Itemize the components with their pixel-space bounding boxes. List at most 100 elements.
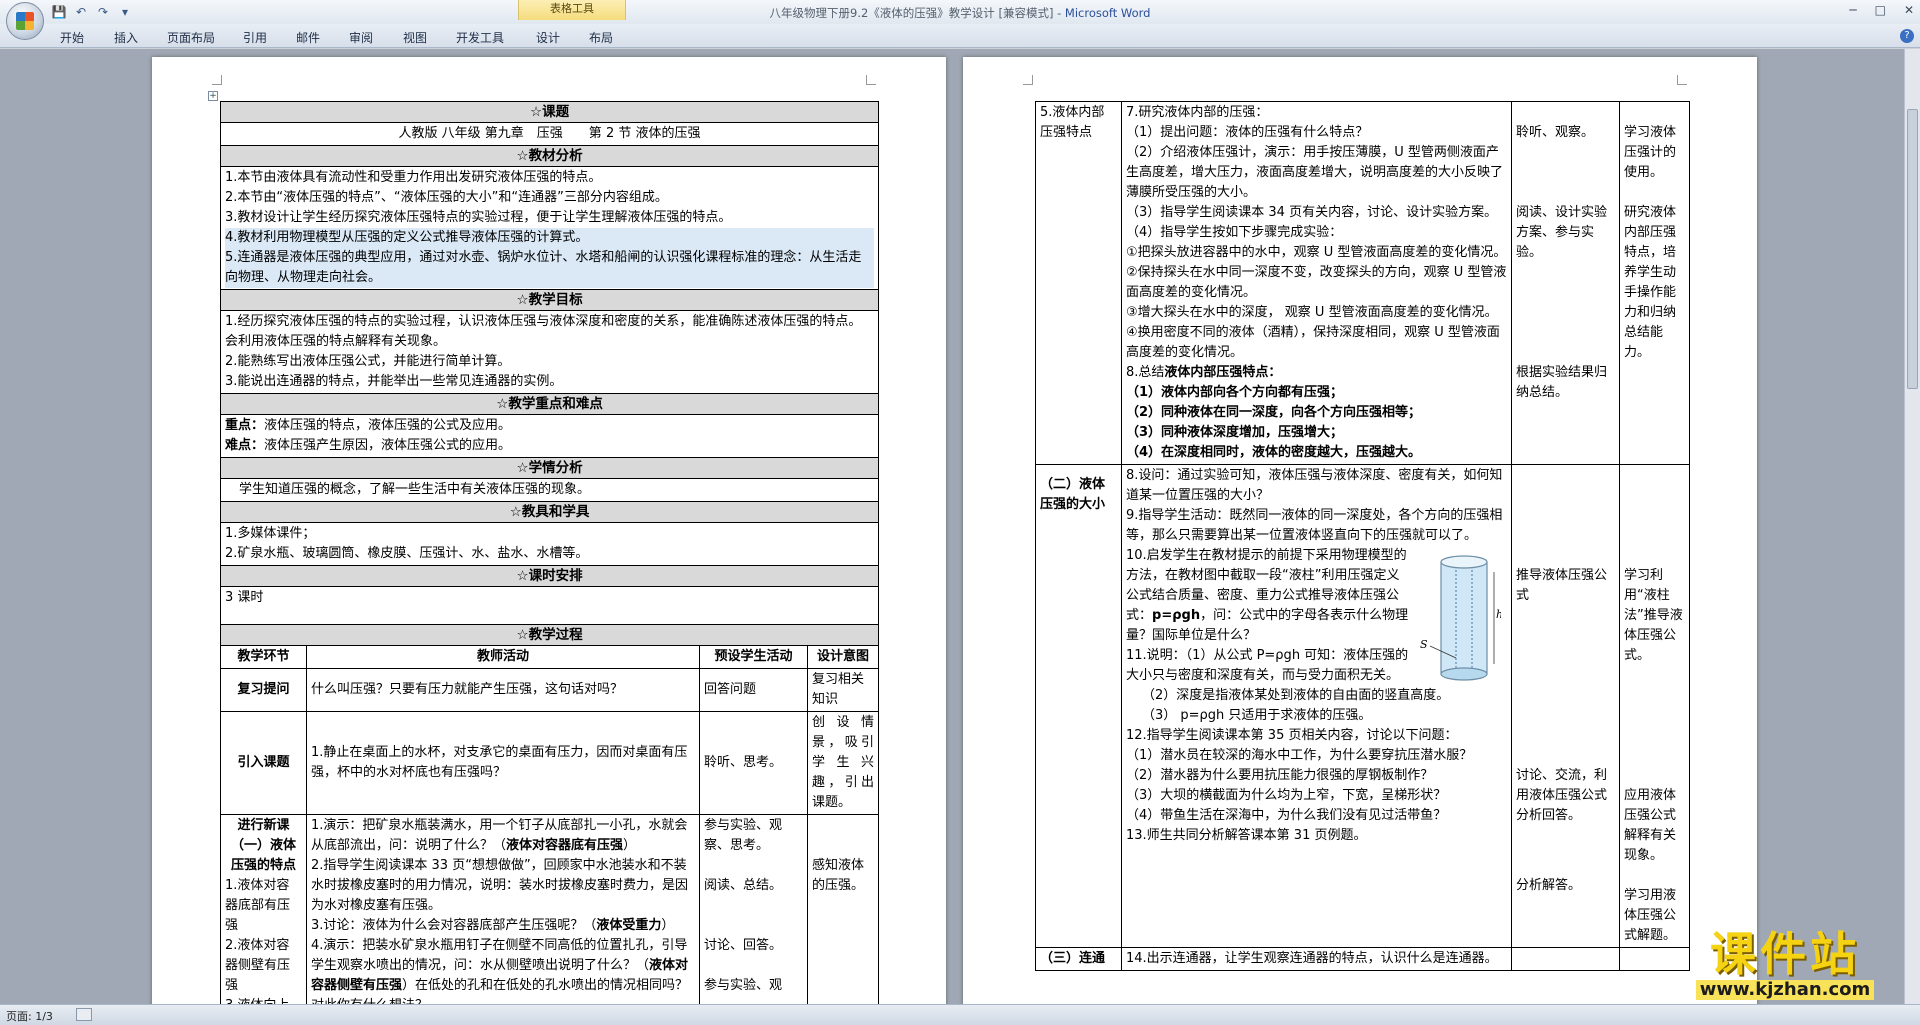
paragraph: （4）带鱼生活在深海中，为什么我们没有见过活带鱼？	[1126, 808, 1447, 823]
page-1: + ☆课题 人教版 八年级 第九章 压强 第 2 节 液体的压强 ☆教材分析 1…	[152, 57, 946, 1004]
vertical-scrollbar[interactable]	[1904, 49, 1920, 1004]
analysis-cell[interactable]: 1.本节由液体具有流动性和受重力作用出发研究液体压强的特点。 2.本节由“液体压…	[219, 166, 880, 290]
tab-references[interactable]: 引用	[243, 29, 267, 46]
goal-item: 2.能熟练写出液体压强公式，并能进行简单计算。	[225, 354, 511, 369]
office-button[interactable]	[6, 2, 44, 40]
document-workspace: + ☆课题 人教版 八年级 第九章 压强 第 2 节 液体的压强 ☆教材分析 1…	[0, 49, 1904, 1004]
paragraph: 感知液体的压强。	[812, 858, 865, 893]
analysis-item: 4.教材利用物理模型从压强的定义公式推导液体压强的计算式。	[225, 228, 875, 248]
paragraph: 参与实验、观察、思考。	[704, 818, 783, 853]
teacher-cell[interactable]: 1.演示：把矿泉水瓶装满水，用一个钉子从底部扎一小孔，水就会从底部流出，问：说明…	[306, 814, 700, 1004]
purpose-cell[interactable]: 创设情景，吸引学生兴趣，引出课题。	[806, 711, 880, 815]
proofing-icon[interactable]	[76, 1008, 92, 1021]
column-header: 预设学生活动	[699, 645, 808, 669]
table-move-handle-icon[interactable]: +	[208, 91, 218, 101]
purpose-cell[interactable]: 复习相关知识	[806, 668, 880, 712]
app-name: Microsoft Word	[1064, 6, 1151, 20]
section-header: ☆教学目标	[219, 289, 880, 311]
text-run: ）	[623, 838, 637, 853]
tab-developer[interactable]: 开发工具	[456, 29, 504, 46]
paragraph: （4）指导学生按如下步骤完成实验：	[1126, 225, 1343, 240]
text-run-bold: 液体对容器底有压强	[506, 838, 624, 853]
key-text: 液体压强的特点，液体压强的公式及应用。	[264, 418, 512, 433]
paragraph: 分析解答。	[1516, 878, 1582, 893]
margin-mark	[212, 75, 222, 85]
window-controls: ─ □ ✕	[1849, 3, 1914, 17]
student-cell[interactable]: 参与实验、观察、思考。 阅读、总结。 讨论、回答。 参与实验、观	[699, 814, 808, 1004]
text-run-bold: 液体受重力	[596, 918, 662, 933]
teacher-cell[interactable]: 14.出示连通器，让学生观察连通器的特点，认识什么是连通器。	[1121, 947, 1512, 971]
paragraph: 根据实验结果归纳总结。	[1516, 365, 1608, 400]
tools-cell[interactable]: 1.多媒体课件； 2.矿泉水瓶、玻璃圆筒、橡皮膜、压强计、水、盐水、水槽等。	[219, 522, 880, 566]
student-cell[interactable]: 聆听、观察。 阅读、设计实验方案、参与实验。 根据实验结果归纳总结。	[1511, 101, 1620, 465]
margin-mark	[866, 75, 876, 85]
cylinder-bottom	[1440, 667, 1488, 681]
page-indicator[interactable]: 页面: 1/3	[6, 1008, 53, 1024]
margin-mark	[1677, 75, 1687, 85]
paragraph: 2.指导学生阅读课本 33 页“想想做做”，回顾家中水池装水和不装水时拔橡皮塞时…	[311, 858, 689, 913]
tab-mailings[interactable]: 邮件	[296, 29, 320, 46]
tab-review[interactable]: 审阅	[349, 29, 373, 46]
teacher-cell[interactable]: 什么叫压强？只要有压力就能产生压强，这句话对吗？	[306, 668, 700, 712]
liquid-column-figure: h S	[1420, 555, 1501, 681]
teacher-cell[interactable]: 7.研究液体内部的压强： （1）提出问题：液体的压强有什么特点？ （2）介绍液体…	[1121, 101, 1512, 465]
purpose-cell[interactable]: 学习液体压强计的使用。 研究液体内部压强特点，培养学生动手操作能力和归纳总结能力…	[1619, 101, 1690, 465]
goal-item: 1.经历探究液体压强的特点的实验过程，认识液体压强与液体深度和密度的关系，能准确…	[225, 314, 862, 349]
teacher-cell[interactable]: 1.静止在桌面上的水杯，对支承它的桌面有压力，因而对桌面有压强，杯中的水对杯底也…	[306, 711, 700, 815]
minimize-icon[interactable]: ─	[1849, 3, 1856, 17]
stage-cell[interactable]: （二）液体压强的大小	[1035, 464, 1122, 948]
purpose-cell[interactable]: 感知液体的压强。	[806, 814, 880, 1004]
text-run-bold: 液体内部压强特点：	[1164, 365, 1282, 380]
tab-table-design[interactable]: 设计	[536, 29, 560, 46]
stage-item: 3.液体向上	[225, 996, 302, 1004]
tab-view[interactable]: 视图	[403, 29, 427, 46]
section-header: ☆教学过程	[219, 624, 880, 646]
stage-item: 2.液体对容器侧壁有压强	[225, 938, 291, 993]
column-header: 设计意图	[806, 645, 880, 669]
student-cell[interactable]: 推导液体压强公式 讨论、交流，利用液体压强公式分析回答。 分析解答。	[1511, 464, 1620, 948]
tab-page-layout[interactable]: 页面布局	[167, 29, 215, 46]
paragraph: 阅读、设计实验方案、参与实验。	[1516, 205, 1608, 260]
time-cell[interactable]: 3 课时	[219, 586, 880, 625]
paragraph: ③增大探头在水中的深度， 观察 U 型管液面高度差的变化情况。	[1126, 305, 1498, 320]
text-run: 4.演示：把装水矿泉水瓶用钉子在侧壁不同高低的位置扎孔，引导学生观察水喷出的情况…	[311, 938, 688, 973]
tab-home[interactable]: 开始	[60, 29, 84, 46]
analysis-item: 1.本节由液体具有流动性和受重力作用出发研究液体压强的特点。	[225, 170, 602, 185]
student-cell[interactable]: 回答问题	[699, 668, 808, 712]
scrollbar-thumb[interactable]	[1907, 109, 1918, 389]
paragraph: 学习利用“液柱法”推导液体压强公式。	[1624, 568, 1683, 663]
stage-cell[interactable]: 进行新课 （一）液体压强的特点 1.液体对容器底部有压强 2.液体对容器侧壁有压…	[220, 814, 307, 1004]
close-icon[interactable]: ✕	[1904, 3, 1914, 17]
help-icon[interactable]: ?	[1900, 29, 1914, 43]
student-cell[interactable]	[1511, 947, 1620, 971]
tool-item: 2.矿泉水瓶、玻璃圆筒、橡皮膜、压强计、水、盐水、水槽等。	[225, 546, 589, 561]
stage-cell[interactable]: （三）连通	[1035, 947, 1122, 971]
student-cell[interactable]: 聆听、思考。	[699, 711, 808, 815]
purpose-cell[interactable]: 学习利用“液柱法”推导液体压强公式。 应用液体压强公式解释有关现象。 学习用液体…	[1619, 464, 1690, 948]
difficulty-text: 液体压强产生原因，液体压强公式的应用。	[264, 438, 512, 453]
key-points-cell[interactable]: 重点：液体压强的特点，液体压强的公式及应用。 难点：液体压强产生原因，液体压强公…	[219, 414, 880, 458]
paragraph: （3） p=ρgh 只适用于求液体的压强。	[1142, 708, 1372, 723]
tab-insert[interactable]: 插入	[114, 29, 138, 46]
student-analysis[interactable]: 学生知道压强的概念，了解一些生活中有关液体压强的现象。	[219, 478, 880, 502]
height-label: h	[1496, 608, 1501, 621]
paragraph: 推导液体压强公式	[1516, 568, 1608, 603]
maximize-icon[interactable]: □	[1875, 3, 1886, 17]
paragraph: （1）提出问题：液体的压强有什么特点？	[1126, 125, 1369, 140]
analysis-item: 3.教材设计让学生经历探究液体压强特点的实验过程，便于让学生理解液体压强的特点。	[225, 210, 732, 225]
lesson-topic[interactable]: 人教版 八年级 第九章 压强 第 2 节 液体的压强	[219, 122, 880, 146]
watermark-text: 课件站	[1710, 927, 1860, 981]
stage-cell[interactable]: 复习提问	[220, 668, 307, 712]
page-2: 5.液体内部压强特点 7.研究液体内部的压强： （1）提出问题：液体的压强有什么…	[963, 57, 1757, 1004]
tab-table-layout[interactable]: 布局	[589, 29, 613, 46]
key-label: 重点：	[225, 418, 265, 433]
section-header: ☆教具和学具	[219, 501, 880, 523]
stage-cell[interactable]: 5.液体内部压强特点	[1035, 101, 1122, 465]
stage-cell[interactable]: 引入课题	[220, 711, 307, 815]
paragraph: （3）同种液体深度增加，压强增大；	[1126, 425, 1344, 440]
section-header: ☆教学重点和难点	[219, 393, 880, 415]
teacher-cell[interactable]: 8.设问：通过实验可知，液体压强与液体深度、密度有关，如何知道某一位置压强的大小…	[1121, 464, 1512, 948]
goal-item: 3.能说出连通器的特点，并能举出一些常见连通器的实例。	[225, 374, 563, 389]
goals-cell[interactable]: 1.经历探究液体压强的特点的实验过程，认识液体压强与液体深度和密度的关系，能准确…	[219, 310, 880, 394]
paragraph: （1）液体内部向各个方向都有压强；	[1126, 385, 1344, 400]
